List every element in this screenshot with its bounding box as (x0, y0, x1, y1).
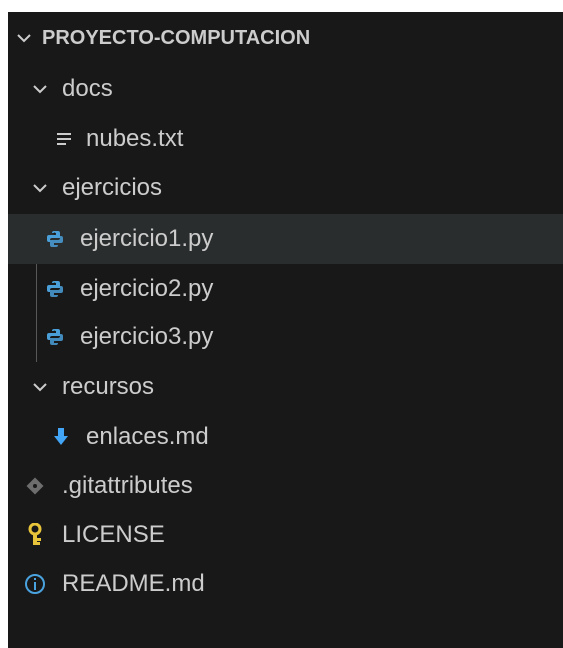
chevron-down-icon[interactable] (28, 375, 52, 399)
file-gitattributes[interactable]: .gitattributes (8, 461, 563, 511)
file-label: ejercicio3.py (80, 323, 214, 350)
file-label: ejercicio2.py (80, 275, 214, 302)
folder-ejercicios[interactable]: ejercicios (8, 163, 563, 213)
file-label: .gitattributes (62, 472, 193, 499)
python-icon (42, 324, 68, 350)
file-ejercicio1-py[interactable]: ejercicio1.py (8, 214, 563, 264)
folder-recursos[interactable]: recursos (8, 362, 563, 412)
file-ejercicio2-py[interactable]: ejercicio2.py (8, 264, 563, 314)
chevron-down-icon[interactable] (12, 26, 36, 50)
python-icon (42, 276, 68, 302)
info-icon (22, 571, 48, 597)
folder-docs[interactable]: docs (8, 64, 563, 114)
license-key-icon (22, 522, 48, 548)
folder-label: recursos (62, 373, 155, 400)
project-title: PROYECTO-COMPUTACION (42, 26, 311, 49)
chevron-down-icon[interactable] (28, 77, 52, 101)
python-icon (42, 226, 68, 252)
text-file-icon (52, 126, 78, 152)
file-label: nubes.txt (86, 125, 184, 152)
file-readme-md[interactable]: README.md (8, 559, 563, 609)
chevron-down-icon[interactable] (28, 176, 52, 200)
git-icon (22, 473, 48, 499)
file-label: ejercicio1.py (80, 225, 214, 252)
file-explorer-panel: PROYECTO-COMPUTACION docs nubes.txt ejer… (8, 12, 563, 648)
file-label: LICENSE (62, 521, 165, 548)
markdown-download-icon (48, 424, 74, 450)
file-license[interactable]: LICENSE (8, 510, 563, 560)
file-label: enlaces.md (86, 423, 209, 450)
folder-label: ejercicios (62, 174, 163, 201)
file-nubes-txt[interactable]: nubes.txt (8, 114, 563, 164)
file-enlaces-md[interactable]: enlaces.md (8, 412, 563, 462)
file-ejercicio3-py[interactable]: ejercicio3.py (8, 312, 563, 362)
file-label: README.md (62, 570, 205, 597)
project-folder-header[interactable]: PROYECTO-COMPUTACION (8, 22, 563, 54)
folder-label: docs (62, 75, 113, 102)
